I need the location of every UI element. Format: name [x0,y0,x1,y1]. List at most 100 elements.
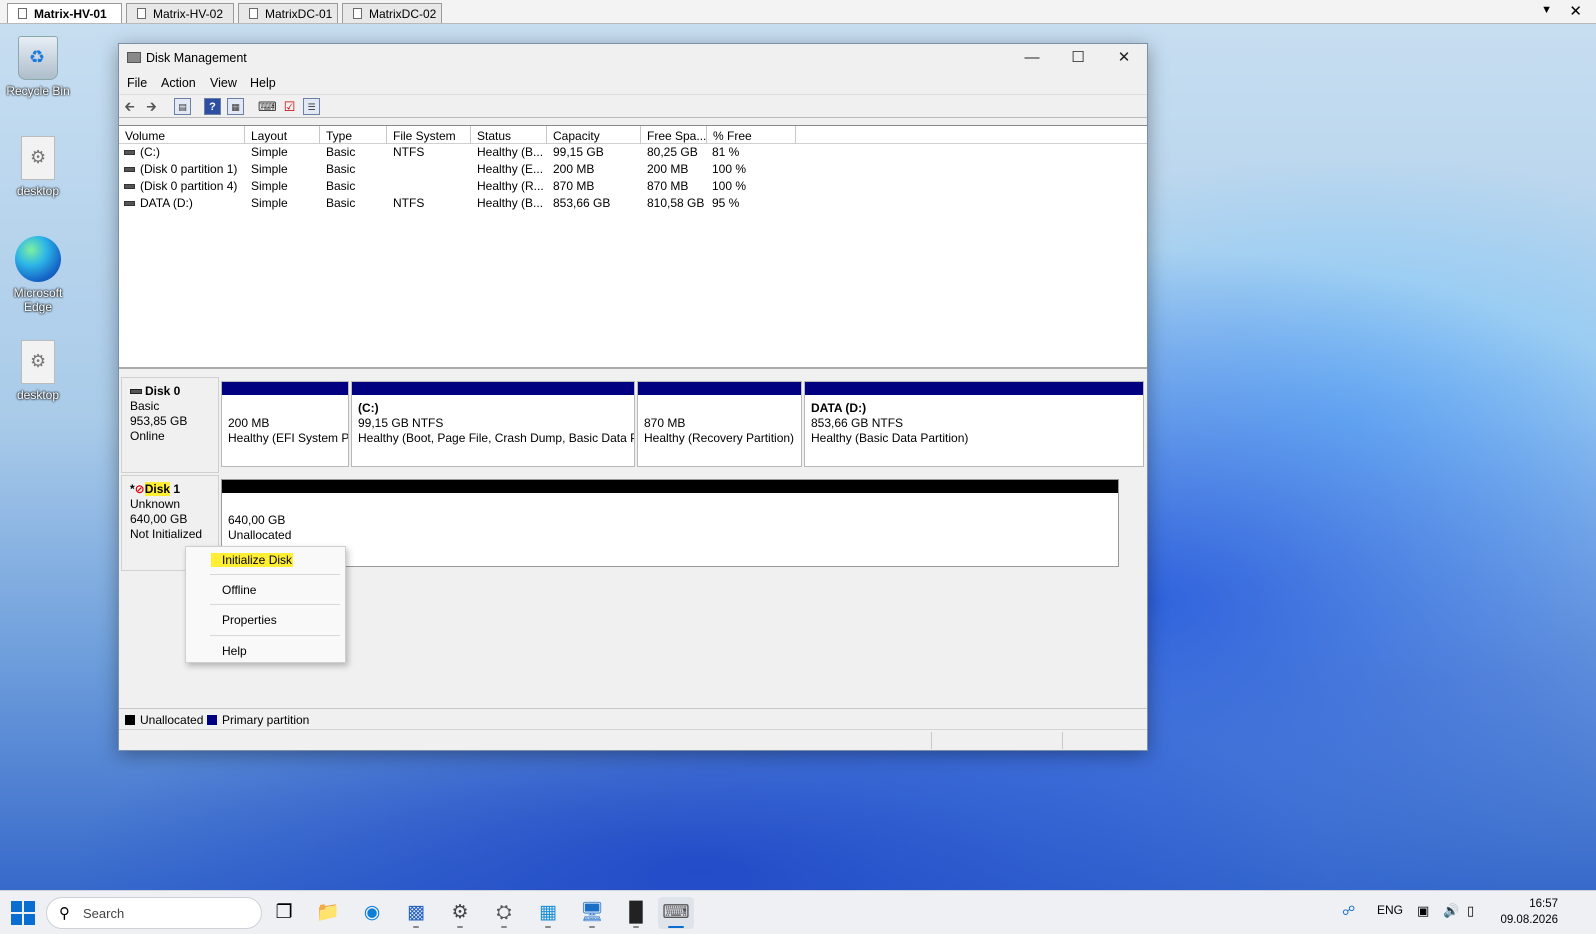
taskbar-edge[interactable]: ◉ [354,897,390,929]
title-bar[interactable]: Disk Management — ☐ ✕ [119,44,1147,72]
column-header-free-space[interactable]: Free Spa... [641,126,707,144]
column-header-file-system[interactable]: File System [387,126,471,144]
desktop-icon-desktop-2[interactable]: ⚙ desktop [0,340,76,402]
volume-name: DATA (D:) [140,196,193,210]
volume-type: Basic [326,145,356,159]
column-header-volume[interactable]: Volume [119,126,245,144]
partition-c[interactable]: (C:) 99,15 GB NTFS Healthy (Boot, Page Fil… [351,381,635,467]
taskbar-remote-desktop[interactable]: 🖥 [574,897,610,929]
session-tab-matrixdc-01[interactable]: MatrixDC-01 [238,3,338,23]
desktop-icon-edge[interactable]: Microsoft Edge [0,236,76,314]
hard-disk-icon [130,389,142,394]
server-manager-icon: ▩ [407,902,425,923]
partition-size: 200 MB [228,416,270,430]
connect-disk-icon[interactable]: ⌨ [258,98,277,115]
partition-data-d[interactable]: DATA (D:) 853,66 GB NTFS Healthy (Basic Da… [804,381,1144,467]
gear-icon: ⚙ [451,902,469,923]
primary-partition-bar [805,382,1143,395]
close-icon[interactable]: ✕ [1569,2,1582,20]
volume-row[interactable]: (Disk 0 partition 4) Simple Basic Health… [119,178,1147,195]
task-view-icon: ❐ [275,902,293,923]
help-icon[interactable]: ? [204,98,221,115]
menu-item-help[interactable]: Help [222,644,247,658]
list-details-icon[interactable]: ☰ [303,98,320,115]
start-button[interactable] [11,901,35,925]
language-indicator[interactable]: ENG [1377,903,1403,917]
menu-file[interactable]: File [127,76,147,90]
minimize-button[interactable]: — [1009,44,1055,72]
forward-arrow-icon[interactable]: 🡲 [143,98,160,115]
menu-help[interactable]: Help [250,76,276,90]
menu-item-offline[interactable]: Offline [222,583,256,597]
partition-name: DATA (D:) [811,401,867,415]
partition-efi[interactable]: 200 MB Healthy (EFI System Pa [221,381,349,467]
volume-row[interactable]: (C:) Simple Basic NTFS Healthy (B... 99,… [119,144,1147,161]
disk-name-highlighted: Disk [144,482,171,496]
taskbar-terminal[interactable]: █ [618,897,654,929]
legend-item-primary: Primary partition [207,713,309,727]
disk-state: Online [130,429,165,443]
menu-bar: File Action View Help [119,72,1147,94]
unallocated-swatch [125,715,135,725]
taskbar-server-manager[interactable]: ▩ [398,897,434,929]
disk-0-info[interactable]: Disk 0 Basic 953,85 GB Online [121,377,219,473]
menu-action[interactable]: Action [161,76,196,90]
column-header-layout[interactable]: Layout [245,126,320,144]
desktop-icon-label: Recycle Bin [6,84,70,98]
column-header-percent-free[interactable]: % Free [707,126,796,144]
volume-name: (C:) [140,145,160,159]
taskbar-disk-management[interactable]: ⌨ [658,897,694,929]
running-indicator [413,926,419,928]
show-hide-console-tree-icon[interactable]: ▤ [174,98,191,115]
menu-view[interactable]: View [210,76,237,90]
volume-capacity: 870 MB [553,179,595,193]
volume-file-system: NTFS [393,196,425,210]
properties-view-icon[interactable]: ▦ [227,98,244,115]
unallocated-space[interactable]: 640,00 GB Unallocated [221,479,1119,567]
clock-time: 16:57 [1529,898,1558,910]
taskbar: ⚲ Search ❐ 📁 ◉ ▩ ⚙ ⛭ ▦ 🖥 █ ⌨ ☍ ENG ▣ 🔊 ▯… [0,890,1596,934]
partition-recovery[interactable]: 870 MB Healthy (Recovery Partition) [637,381,802,467]
speaker-icon[interactable]: 🔊 [1443,903,1459,919]
network-status-icon[interactable]: ☍ [1342,903,1355,919]
column-header-type[interactable]: Type [320,126,387,144]
taskbar-search-box[interactable]: ⚲ Search [46,897,262,929]
session-tab-matrixdc-02[interactable]: MatrixDC-02 [342,3,442,23]
close-window-button[interactable]: ✕ [1101,44,1147,72]
disk-management-app-icon [127,52,141,63]
battery-icon[interactable]: ▯ [1467,903,1474,919]
taskbar-settings[interactable]: ⚙ [442,897,478,929]
taskbar-computer-management[interactable]: ⛭ [486,897,522,929]
back-arrow-icon[interactable]: 🡰 [121,98,138,115]
terminal-icon: █ [629,902,643,923]
system-clock[interactable]: 16:57 09.08.2026 [1500,896,1558,928]
volume-capacity: 99,15 GB [553,145,604,159]
unallocated-size: 640,00 GB [228,513,286,527]
desktop-icon-desktop-1[interactable]: ⚙ desktop [0,136,76,198]
desktop-icon-recycle-bin[interactable]: ♻ Recycle Bin [0,36,76,98]
tab-list-dropdown-icon[interactable]: ▼ [1541,4,1552,16]
taskbar-file-explorer[interactable]: 📁 [310,897,346,929]
volume-row[interactable]: (Disk 0 partition 1) Simple Basic Health… [119,161,1147,178]
desktop-icon-label: desktop [16,388,60,402]
session-tab-matrix-hv-02[interactable]: Matrix-HV-02 [126,3,234,23]
menu-item-initialize-disk[interactable]: Initialize Disk [211,553,294,567]
menu-item-properties[interactable]: Properties [222,613,277,627]
maximize-button[interactable]: ☐ [1055,44,1101,72]
session-tab-matrix-hv-01[interactable]: Matrix-HV-01 [7,3,122,23]
volume-icon [124,184,135,189]
partition-name: (C:) [358,401,379,415]
clock-date: 09.08.2026 [1500,914,1558,926]
task-view-button[interactable]: ❐ [266,897,302,929]
column-header-status[interactable]: Status [471,126,547,144]
volume-capacity: 200 MB [553,162,595,176]
checklist-icon[interactable]: ☑ [281,98,298,115]
volume-percent-free: 95 % [712,196,740,210]
menu-separator [210,574,340,575]
partition-status: Healthy (Boot, Page File, Crash Dump, Ba… [358,431,634,445]
display-network-icon[interactable]: ▣ [1417,903,1429,919]
column-header-capacity[interactable]: Capacity [547,126,641,144]
taskbar-hyper-v-manager[interactable]: ▦ [530,897,566,929]
volume-row[interactable]: DATA (D:) Simple Basic NTFS Healthy (B..… [119,195,1147,212]
partition-status: Healthy (EFI System Pa [228,431,348,445]
